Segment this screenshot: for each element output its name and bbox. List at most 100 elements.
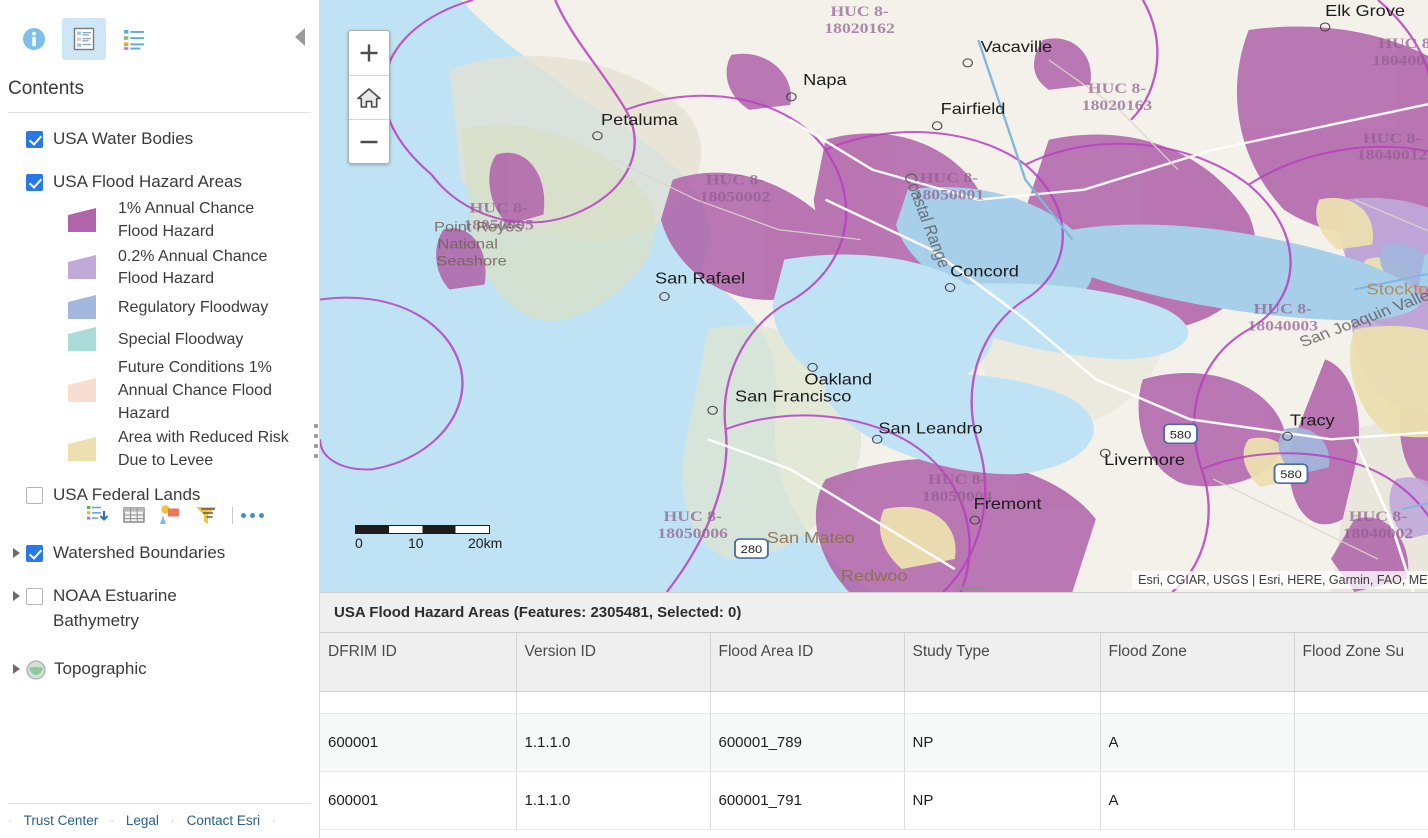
legend-item: Regulatory Floodway <box>66 293 319 323</box>
attribute-table-title: USA Flood Hazard Areas (Features: 230548… <box>334 604 742 621</box>
minus-icon <box>360 140 378 143</box>
legend-swatch-reduced-risk-levee <box>66 435 104 465</box>
table-header-row: DFRIM ID Version ID Flood Area ID Study … <box>320 633 1428 692</box>
zoom-controls[interactable] <box>348 30 390 164</box>
table-row[interactable] <box>320 691 1428 714</box>
layer-item-watershed-boundaries[interactable]: Watershed Boundaries <box>8 541 319 566</box>
legend-label: Area with Reduced Risk Due to Levee <box>118 429 289 470</box>
legend-icon <box>124 29 144 50</box>
layer-item-usa-federal-lands[interactable]: USA Federal Lands <box>8 483 319 508</box>
cell-dfrim-id: 600001 <box>320 771 517 830</box>
legend-item: 0.2% Annual Chance Flood Hazard <box>66 246 319 291</box>
layer-item-noaa-estuarine-bathymetry[interactable]: NOAA Estuarine Bathymetry <box>8 584 319 633</box>
about-icon <box>23 27 45 50</box>
legend-item: Special Floodway <box>66 325 319 355</box>
table-row[interactable]: 600001 1.1.1.0 600001_789 NP A <box>320 713 1428 772</box>
scalebar-tick-10: 10 <box>408 535 424 551</box>
cell-study-type: NP <box>904 713 1101 772</box>
column-header-flood-zone-subtype[interactable]: Flood Zone Su <box>1294 633 1428 692</box>
layer-checkbox-noaa-estuarine-bathymetry[interactable] <box>26 588 43 606</box>
legend-label: 1% Annual Chance Flood Hazard <box>118 200 255 240</box>
layer-item-usa-flood-hazard-areas[interactable]: USA Flood Hazard Areas <box>8 170 319 195</box>
cell-flood-zone: A <box>1100 713 1295 772</box>
layer-label[interactable]: Watershed Boundaries <box>53 541 225 566</box>
footer-dot: · <box>110 814 114 827</box>
layer-item-topographic[interactable]: Topographic <box>8 657 319 682</box>
about-button[interactable] <box>12 18 56 60</box>
cell-version-id <box>516 691 711 714</box>
column-header-version-id[interactable]: Version ID <box>516 633 711 692</box>
legend-label: Regulatory Floodway <box>118 298 269 316</box>
sidebar-resize-handle[interactable] <box>312 424 320 458</box>
cell-study-type: NP <box>904 771 1101 830</box>
more-options-icon[interactable] <box>241 512 264 518</box>
column-header-study-type[interactable]: Study Type <box>904 633 1101 692</box>
contents-sidebar: Contents USA Water Bodies USA Flood Haza… <box>0 0 320 838</box>
cell-version-id: 1.1.1.0 <box>516 713 711 772</box>
column-header-flood-zone[interactable]: Flood Zone <box>1100 633 1295 692</box>
layer-expander-noaa-estuarine-bathymetry[interactable] <box>8 591 24 602</box>
legend-label: Special Floodway <box>118 330 244 348</box>
app-root: Contents USA Water Bodies USA Flood Haza… <box>0 0 1428 838</box>
cell-flood-zone-subtype <box>1294 691 1428 714</box>
legend-button[interactable] <box>112 18 156 60</box>
layer-expander-topographic[interactable] <box>8 664 24 675</box>
legend-item: Area with Reduced Risk Due to Levee <box>66 427 319 472</box>
footer-dot: · <box>170 814 175 827</box>
zoom-in-button[interactable] <box>349 31 389 75</box>
legend-label: Future Conditions 1% Annual Chance Flood… <box>118 359 272 422</box>
home-button[interactable] <box>349 75 389 119</box>
title-divider <box>8 112 311 113</box>
scalebar-tick-20: 20km <box>468 535 503 551</box>
collapse-panel-button[interactable] <box>295 28 305 46</box>
legend-swatch-1pct-annual-chance <box>66 206 104 236</box>
layer-checkbox-usa-water-bodies[interactable] <box>26 131 43 148</box>
plus-icon <box>360 44 378 62</box>
layer-expander-watershed-boundaries[interactable] <box>8 548 24 559</box>
table-resize-handle[interactable] <box>320 585 1428 592</box>
cell-flood-zone <box>1100 691 1295 714</box>
column-header-flood-area-id[interactable]: Flood Area ID <box>710 633 905 692</box>
layer-checkbox-watershed-boundaries[interactable] <box>26 545 43 563</box>
footer-link-contact-esri[interactable]: Contact Esri <box>179 813 269 828</box>
contents-button[interactable] <box>62 17 106 60</box>
map-canvas[interactable]: HUC 8-18020162 HUC 8-18020163 HUC 8-1804… <box>320 0 1428 593</box>
cell-dfrim-id: 600001 <box>320 713 517 772</box>
footer-dot: · <box>272 814 276 827</box>
map-scalebar: 0 10 20km <box>355 525 502 552</box>
footer-link-legal[interactable]: Legal <box>118 813 167 828</box>
scalebar-ticks: 0 10 20km <box>355 534 502 552</box>
legend-item: Future Conditions 1% Annual Chance Flood… <box>66 357 319 425</box>
attribute-grid[interactable]: DFRIM ID Version ID Flood Area ID Study … <box>320 633 1428 838</box>
table-row[interactable]: 600001 1.1.1.0 600001_791 NP A <box>320 771 1428 830</box>
cell-study-type <box>904 691 1101 714</box>
home-icon <box>357 87 381 108</box>
layer-label[interactable]: NOAA Estuarine Bathymetry <box>53 584 213 633</box>
sidebar-footer: · Trust Center · Legal · Contact Esri · <box>8 803 311 838</box>
layer-label[interactable]: USA Water Bodies <box>53 127 193 152</box>
cell-flood-zone: A <box>1100 771 1295 830</box>
cell-flood-zone-subtype <box>1294 771 1428 830</box>
layer-checkbox-usa-federal-lands[interactable] <box>26 486 43 504</box>
sidebar-toolbar <box>0 0 319 78</box>
attribute-table-header: USA Flood Hazard Areas (Features: 230548… <box>320 593 1428 633</box>
layer-label[interactable]: USA Flood Hazard Areas <box>53 170 242 195</box>
contents-icon <box>73 27 95 50</box>
attribute-table: USA Flood Hazard Areas (Features: 230548… <box>320 593 1428 838</box>
cell-flood-area-id <box>710 691 905 714</box>
layer-checkbox-usa-flood-hazard-areas[interactable] <box>26 173 43 191</box>
footer-link-trust-center[interactable]: Trust Center <box>16 813 107 828</box>
layer-label[interactable]: Topographic <box>54 657 147 682</box>
legend-swatch-02pct-annual-chance <box>66 253 104 283</box>
legend-swatch-future-conditions <box>66 376 104 406</box>
layer-list: USA Water Bodies USA Flood Hazard Areas … <box>0 127 319 803</box>
layer-item-usa-water-bodies[interactable]: USA Water Bodies <box>8 127 319 152</box>
layer-label[interactable]: USA Federal Lands <box>53 483 200 508</box>
page-title: Contents <box>8 78 85 99</box>
zoom-out-button[interactable] <box>349 119 389 163</box>
scalebar-bar <box>355 525 490 534</box>
column-header-dfrim-id[interactable]: DFRIM ID <box>320 633 517 692</box>
basemap-graphic <box>320 0 1428 592</box>
flood-hazard-legend: 1% Annual Chance Flood Hazard 0.2% Annua… <box>66 198 319 472</box>
footer-dot: · <box>8 814 12 827</box>
